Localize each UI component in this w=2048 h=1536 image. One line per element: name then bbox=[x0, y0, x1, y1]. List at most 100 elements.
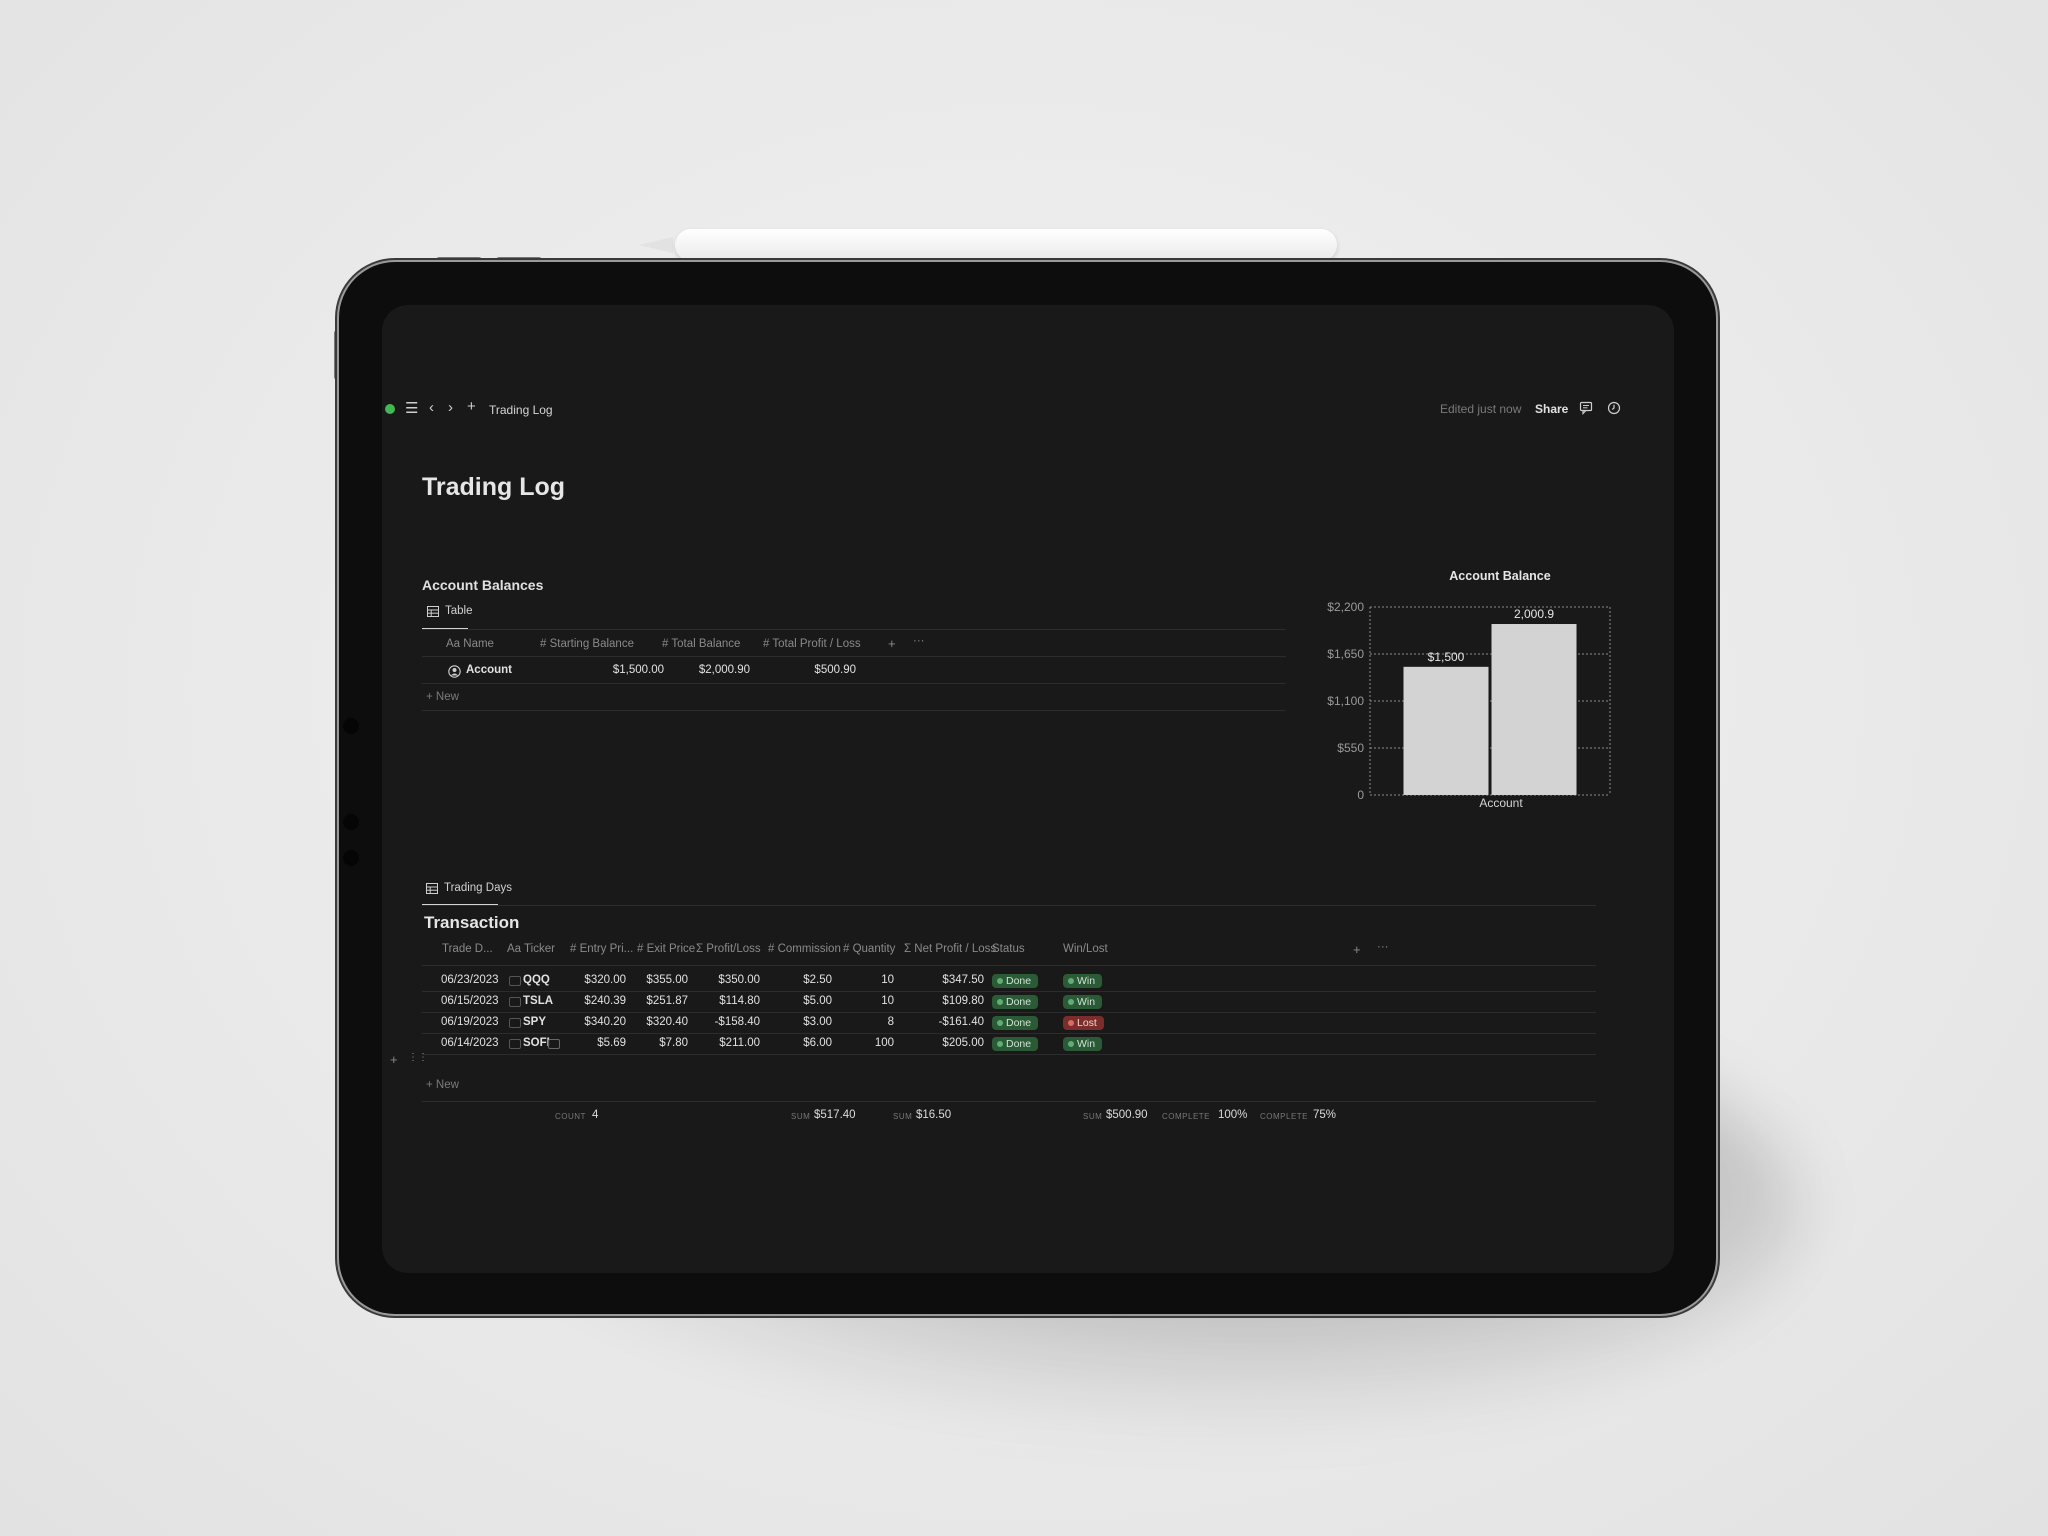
trade-date-cell[interactable]: 06/14/2023 bbox=[441, 1037, 499, 1049]
qty-cell: 10 bbox=[881, 995, 894, 1007]
exit-cell: $7.80 bbox=[659, 1037, 688, 1049]
net-cell: -$161.40 bbox=[938, 1016, 984, 1028]
divider bbox=[422, 1012, 1596, 1013]
history-clock-icon[interactable] bbox=[1607, 401, 1621, 415]
add-property-icon[interactable]: + bbox=[888, 636, 896, 651]
col-header-ticker[interactable]: Aa Ticker bbox=[507, 943, 555, 955]
menu-icon[interactable]: ☰ bbox=[405, 399, 418, 417]
col-header-net-profit-loss[interactable]: Σ Net Profit / Loss bbox=[904, 943, 996, 955]
comm-cell: $5.00 bbox=[803, 995, 832, 1007]
comm-cell: $3.00 bbox=[803, 1016, 832, 1028]
trade-date-cell[interactable]: 06/19/2023 bbox=[441, 1016, 499, 1028]
status-badge[interactable]: Done bbox=[992, 1037, 1039, 1051]
total-profit-loss-value: $500.90 bbox=[814, 664, 856, 676]
open-page-icon[interactable] bbox=[548, 1039, 560, 1049]
account-name[interactable]: Account bbox=[466, 664, 512, 676]
drag-handle-icon[interactable]: ⋮⋮ bbox=[408, 1052, 428, 1063]
side-magnet bbox=[343, 814, 359, 830]
tab-table-view[interactable]: Table bbox=[445, 605, 473, 617]
pencil-tip bbox=[639, 237, 673, 253]
add-row-handle-icon[interactable]: + bbox=[390, 1052, 398, 1067]
exit-cell: $355.00 bbox=[646, 974, 688, 986]
new-row-button[interactable]: + New bbox=[426, 1079, 459, 1091]
chart-title: Account Balance bbox=[1449, 569, 1550, 583]
col-header-total-profit-loss[interactable]: # Total Profit / Loss bbox=[763, 638, 861, 650]
side-magnet bbox=[343, 850, 359, 866]
page-icon bbox=[509, 1018, 521, 1028]
divider bbox=[422, 1033, 1596, 1034]
exit-cell: $251.87 bbox=[646, 995, 688, 1007]
side-magnet bbox=[343, 718, 359, 734]
back-icon[interactable]: ‹ bbox=[429, 399, 434, 416]
col-header-starting-balance[interactable]: # Starting Balance bbox=[540, 638, 634, 650]
status-badge[interactable]: Done bbox=[992, 995, 1039, 1009]
net-cell: $205.00 bbox=[942, 1037, 984, 1049]
trade-date-cell[interactable]: 06/15/2023 bbox=[441, 995, 499, 1007]
comm-cell: $2.50 bbox=[803, 974, 832, 986]
complete-label: COMPLETE bbox=[1162, 1112, 1211, 1121]
sum-label: SUM bbox=[791, 1112, 811, 1121]
transaction-heading: Transaction bbox=[424, 913, 520, 932]
col-header-entry-price[interactable]: # Entry Pri... bbox=[570, 943, 633, 955]
entry-cell: $340.20 bbox=[584, 1016, 626, 1028]
more-options-icon[interactable]: ··· bbox=[1377, 941, 1389, 953]
ticker-cell[interactable]: QQQ bbox=[523, 974, 550, 986]
divider bbox=[422, 629, 1286, 630]
ticker-cell[interactable]: TSLA bbox=[523, 995, 553, 1007]
ticker-cell[interactable]: SOFI bbox=[523, 1037, 550, 1049]
page-icon bbox=[509, 976, 521, 986]
status-badge[interactable]: Done bbox=[992, 1016, 1039, 1030]
win-lost-badge[interactable]: Lost bbox=[1063, 1016, 1104, 1030]
col-header-trade-date[interactable]: Trade D... bbox=[442, 943, 493, 955]
count-value[interactable]: 4 bbox=[592, 1109, 598, 1121]
status-complete-pct[interactable]: 100% bbox=[1218, 1109, 1247, 1121]
divider bbox=[422, 1101, 1596, 1102]
qty-cell: 100 bbox=[874, 1037, 894, 1049]
y-tick-label: $1,100 bbox=[1327, 694, 1364, 708]
ticker-cell[interactable]: SPY bbox=[523, 1016, 546, 1028]
tab-trading-days[interactable]: Trading Days bbox=[444, 882, 512, 894]
col-header-profit-loss[interactable]: Σ Profit/Loss bbox=[696, 943, 761, 955]
bar bbox=[1491, 624, 1577, 795]
divider bbox=[422, 656, 1286, 657]
trade-date-cell[interactable]: 06/23/2023 bbox=[441, 974, 499, 986]
divider bbox=[422, 710, 1286, 711]
win-lost-badge[interactable]: Win bbox=[1063, 1037, 1103, 1051]
new-row-button[interactable]: + New bbox=[426, 691, 459, 703]
section-heading: Account Balances bbox=[422, 577, 544, 593]
qty-cell: 10 bbox=[881, 974, 894, 986]
col-header-commission[interactable]: # Commission bbox=[768, 943, 841, 955]
col-header-name[interactable]: Aa Name bbox=[446, 638, 494, 650]
app-screen: ☰ ‹ › + Trading Log Edited just now Shar… bbox=[382, 305, 1674, 1273]
sum-label: SUM bbox=[1083, 1112, 1103, 1121]
entry-cell: $5.69 bbox=[597, 1037, 626, 1049]
add-page-icon[interactable]: + bbox=[467, 398, 476, 415]
count-label: COUNT bbox=[555, 1112, 586, 1121]
qty-cell: 8 bbox=[887, 1016, 894, 1028]
divider bbox=[422, 905, 1596, 906]
account-balance-chart: Account Balance $2,200$1,650$1,100$5500 … bbox=[1327, 569, 1611, 810]
table-view-icon bbox=[427, 606, 439, 617]
win-lost-badge[interactable]: Win bbox=[1063, 974, 1103, 988]
add-property-icon[interactable]: + bbox=[1353, 942, 1361, 957]
share-button[interactable]: Share bbox=[1535, 402, 1568, 416]
status-badge[interactable]: Done bbox=[992, 974, 1039, 988]
col-header-status[interactable]: Status bbox=[992, 943, 1025, 955]
sum-net-profit-loss[interactable]: $500.90 bbox=[1106, 1109, 1148, 1121]
forward-icon[interactable]: › bbox=[448, 399, 453, 416]
col-header-exit-price[interactable]: # Exit Price bbox=[637, 943, 695, 955]
sum-commission[interactable]: $16.50 bbox=[916, 1109, 951, 1121]
breadcrumb[interactable]: Trading Log bbox=[489, 403, 553, 417]
bar-data-label: 2,000.9 bbox=[1514, 607, 1554, 621]
edited-status: Edited just now bbox=[1440, 402, 1522, 416]
win-complete-pct[interactable]: 75% bbox=[1313, 1109, 1336, 1121]
col-header-total-balance[interactable]: # Total Balance bbox=[662, 638, 740, 650]
entry-cell: $320.00 bbox=[584, 974, 626, 986]
col-header-win-lost[interactable]: Win/Lost bbox=[1063, 943, 1108, 955]
sum-profit-loss[interactable]: $517.40 bbox=[814, 1109, 856, 1121]
more-options-icon[interactable]: ··· bbox=[913, 635, 925, 647]
y-tick-label: 0 bbox=[1357, 788, 1364, 802]
win-lost-badge[interactable]: Win bbox=[1063, 995, 1103, 1009]
col-header-quantity[interactable]: # Quantity bbox=[843, 943, 895, 955]
comment-icon[interactable] bbox=[1579, 401, 1593, 415]
